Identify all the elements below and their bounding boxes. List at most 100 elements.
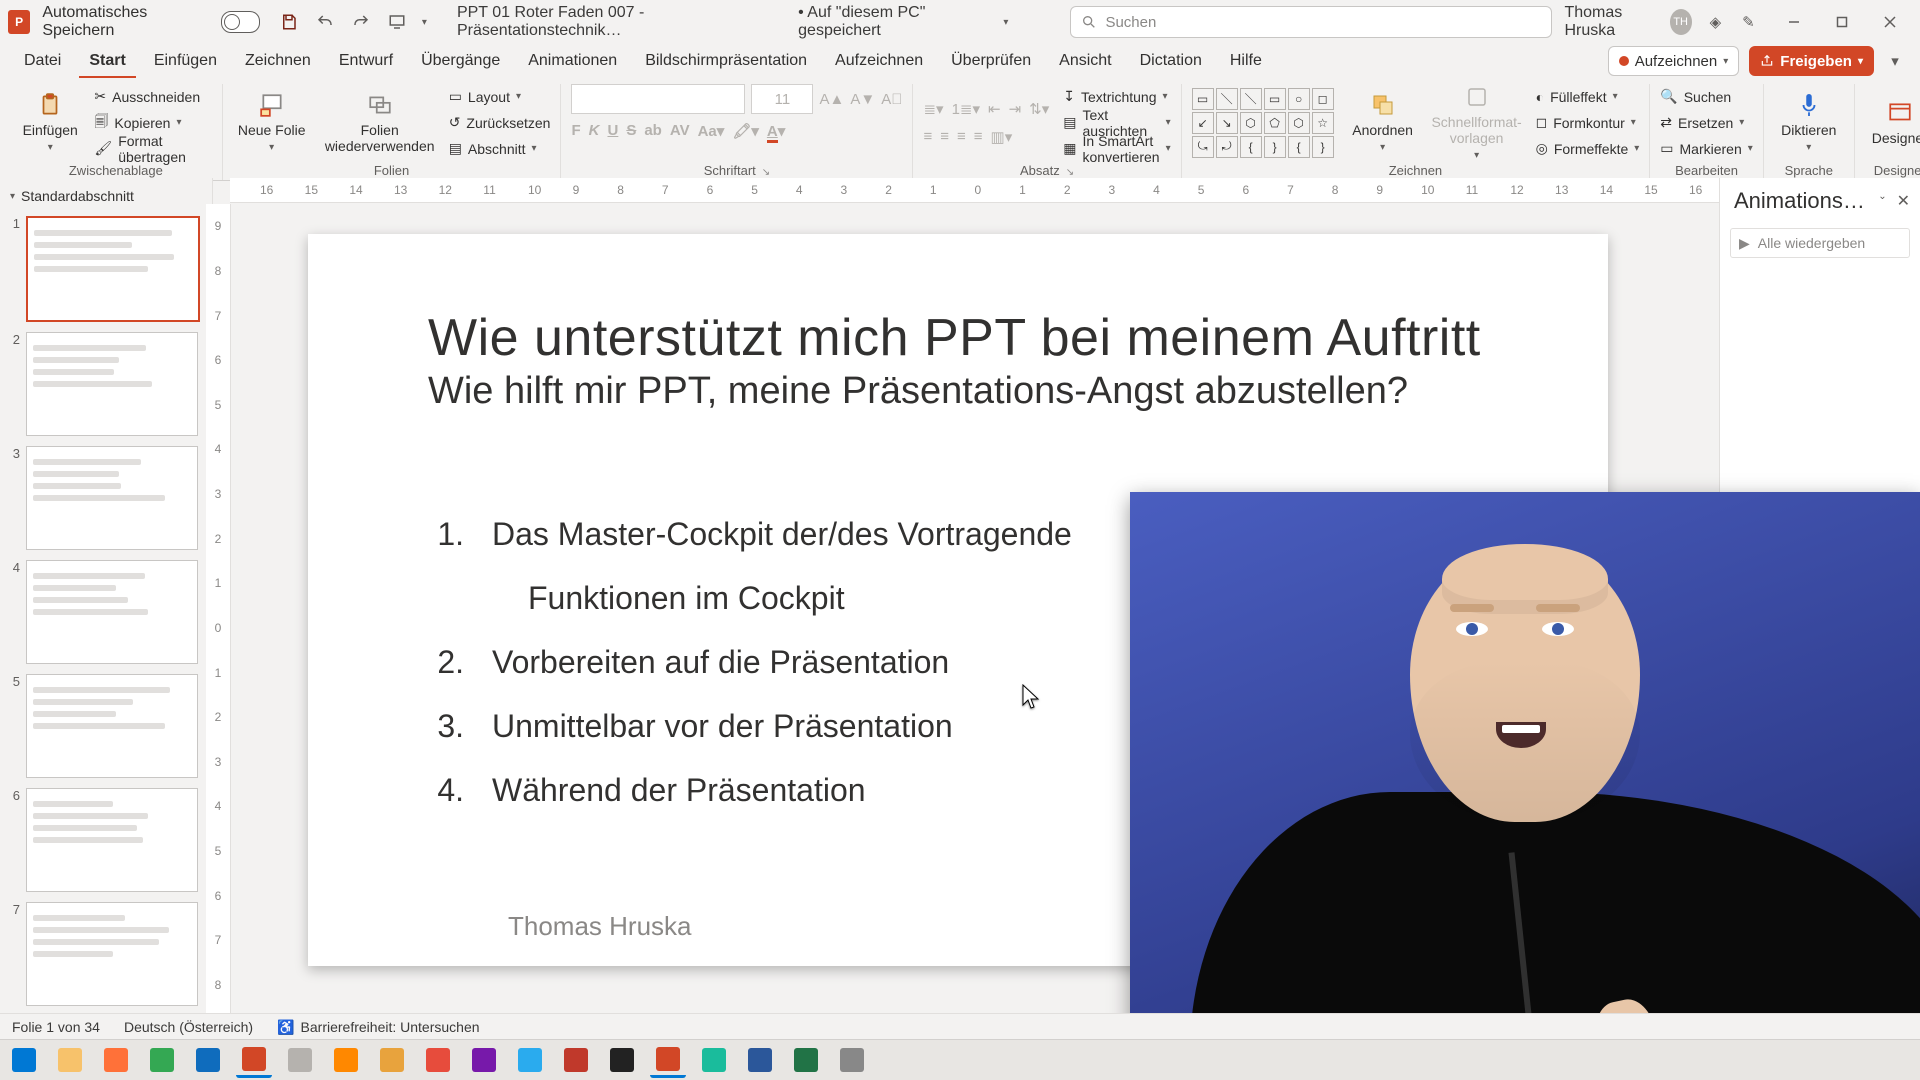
- taskbar-telegram[interactable]: [512, 1044, 548, 1076]
- char-spacing-icon[interactable]: AV: [670, 122, 690, 140]
- select-button[interactable]: ▭ Markieren▾: [1660, 138, 1753, 160]
- align-text-button[interactable]: ▤ Text ausrichten▾: [1063, 112, 1170, 134]
- align-left-icon[interactable]: ≡: [923, 128, 932, 146]
- designer-button[interactable]: Designer: [1865, 100, 1920, 146]
- play-all-button[interactable]: ▶ Alle wiedergeben: [1730, 228, 1910, 258]
- tab-ansicht[interactable]: Ansicht: [1049, 44, 1121, 78]
- italic-icon[interactable]: K: [589, 122, 600, 140]
- user-account[interactable]: Thomas Hruska TH: [1564, 4, 1691, 40]
- strike-icon[interactable]: S: [626, 122, 636, 140]
- slide-thumbnail-panel[interactable]: ▾ Standardabschnitt 12345678: [0, 178, 213, 1052]
- close-button[interactable]: [1868, 7, 1912, 37]
- taskbar-windows[interactable]: [6, 1044, 42, 1076]
- slide-list-subitem[interactable]: Funktionen im Cockpit: [528, 566, 1072, 630]
- bullets-icon[interactable]: ≣▾: [923, 100, 943, 118]
- columns-icon[interactable]: ▥▾: [991, 128, 1013, 146]
- line-spacing-icon[interactable]: ⇅▾: [1029, 100, 1049, 118]
- align-right-icon[interactable]: ≡: [957, 128, 966, 146]
- shadow-icon[interactable]: ab: [644, 122, 662, 140]
- save-icon[interactable]: [278, 11, 300, 33]
- title-dropdown-icon[interactable]: ▾: [1003, 17, 1008, 28]
- find-button[interactable]: 🔍 Suchen: [1660, 86, 1753, 108]
- reuse-slides-button[interactable]: Folien wiederverwenden: [325, 92, 435, 154]
- taskbar-firefox[interactable]: [98, 1044, 134, 1076]
- taskbar-vlc[interactable]: [328, 1044, 364, 1076]
- layout-button[interactable]: ▭ Layout▾: [449, 86, 551, 108]
- diamond-icon[interactable]: ◈: [1706, 11, 1725, 33]
- document-title[interactable]: PPT 01 Roter Faden 007 - Präsentationste…: [457, 4, 1009, 40]
- share-button[interactable]: Freigeben ▾: [1749, 46, 1874, 76]
- slide-thumbnail[interactable]: 1: [6, 216, 206, 322]
- slide-thumbnail[interactable]: 5: [6, 674, 206, 778]
- ruler-horizontal[interactable]: 1615141312111098765432101234567891011121…: [230, 178, 1720, 203]
- paragraph-dialog-launcher[interactable]: ↘: [1066, 167, 1074, 178]
- slide-thumbnail[interactable]: 3: [6, 446, 206, 550]
- section-button[interactable]: ▤ Abschnitt▾: [449, 138, 551, 160]
- font-size-select[interactable]: 11: [751, 84, 813, 114]
- taskbar-app2[interactable]: [420, 1044, 456, 1076]
- increase-indent-icon[interactable]: ⇥: [1009, 100, 1022, 118]
- taskbar-slack[interactable]: [282, 1044, 318, 1076]
- present-from-start-icon[interactable]: [386, 11, 408, 33]
- decrease-indent-icon[interactable]: ⇤: [988, 100, 1001, 118]
- section-collapse-icon[interactable]: ▾: [10, 191, 15, 202]
- quick-styles-button[interactable]: Schnellformat-vorlagen▾: [1432, 84, 1522, 161]
- ruler-vertical[interactable]: 9876543210123456789: [206, 204, 231, 1052]
- taskbar-app5[interactable]: [834, 1044, 870, 1076]
- taskbar-files[interactable]: [52, 1044, 88, 1076]
- change-case-icon[interactable]: Aa▾: [698, 122, 725, 140]
- taskbar-powerpoint[interactable]: [236, 1043, 272, 1078]
- arrange-button[interactable]: Anordnen▾: [1348, 92, 1418, 153]
- shape-outline-button[interactable]: ◻ Formkontur▾: [1536, 112, 1640, 134]
- pane-close-icon[interactable]: ✕: [1897, 191, 1910, 211]
- taskbar-excel[interactable]: [788, 1044, 824, 1076]
- new-slide-button[interactable]: Neue Folie▾: [233, 92, 311, 153]
- slide-title[interactable]: Wie unterstützt mich PPT bei meinem Auft…: [428, 308, 1481, 368]
- shape-fill-button[interactable]: ◐ Fülleffekt▾: [1536, 86, 1640, 108]
- align-center-icon[interactable]: ≡: [940, 128, 949, 146]
- shape-gallery[interactable]: ▭＼＼▭○◻ ↙↘⬡⬠⬡☆ ⤿⤾{}{}: [1192, 88, 1334, 158]
- tab-dictation[interactable]: Dictation: [1130, 44, 1212, 78]
- replace-button[interactable]: ⇄ Ersetzen▾: [1660, 112, 1753, 134]
- tab-entwurf[interactable]: Entwurf: [329, 44, 403, 78]
- language-indicator[interactable]: Deutsch (Österreich): [124, 1019, 253, 1035]
- font-family-select[interactable]: [571, 84, 745, 114]
- slide-body-list[interactable]: 1.Das Master-Cockpit der/des Vortragende…: [428, 502, 1072, 822]
- slide-thumbnail[interactable]: 6: [6, 788, 206, 892]
- smartart-button[interactable]: ▦ In SmartArt konvertieren▾: [1063, 138, 1170, 160]
- tab-bildschirmpräsentation[interactable]: Bildschirmpräsentation: [635, 44, 817, 78]
- tab-aufzeichnen[interactable]: Aufzeichnen: [825, 44, 933, 78]
- copy-button[interactable]: 🗐 Kopieren▾: [94, 112, 211, 134]
- format-painter-button[interactable]: 🖌 Format übertragen: [94, 138, 211, 160]
- taskbar-app3[interactable]: [558, 1044, 594, 1076]
- slide-thumbnail[interactable]: 4: [6, 560, 206, 664]
- taskbar-rec[interactable]: [650, 1043, 686, 1078]
- slide-list-item[interactable]: 3.Unmittelbar vor der Präsentation: [428, 694, 1072, 758]
- tab-übergänge[interactable]: Übergänge: [411, 44, 510, 78]
- slide-subtitle[interactable]: Wie hilft mir PPT, meine Präsentations-A…: [428, 370, 1408, 413]
- maximize-button[interactable]: [1820, 7, 1864, 37]
- numbering-icon[interactable]: 1≣▾: [952, 100, 980, 118]
- undo-icon[interactable]: [314, 11, 336, 33]
- slide-thumbnail[interactable]: 7: [6, 902, 206, 1006]
- highlight-icon[interactable]: 🖍▾: [732, 122, 759, 140]
- paste-button[interactable]: Einfügen ▾: [20, 92, 80, 153]
- ribbon-options-icon[interactable]: ▾: [1884, 50, 1906, 72]
- taskbar-chrome[interactable]: [144, 1044, 180, 1076]
- record-button[interactable]: Aufzeichnen ▾: [1608, 46, 1740, 76]
- slide-counter[interactable]: Folie 1 von 34: [12, 1019, 100, 1035]
- slide-list-item[interactable]: 4.Während der Präsentation: [428, 758, 1072, 822]
- tab-zeichnen[interactable]: Zeichnen: [235, 44, 321, 78]
- tab-datei[interactable]: Datei: [14, 44, 71, 78]
- tab-überprüfen[interactable]: Überprüfen: [941, 44, 1041, 78]
- minimize-button[interactable]: [1772, 7, 1816, 37]
- tab-animationen[interactable]: Animationen: [518, 44, 627, 78]
- font-dialog-launcher[interactable]: ↘: [762, 167, 770, 178]
- reset-button[interactable]: ↺ Zurücksetzen: [449, 112, 551, 134]
- bold-icon[interactable]: F: [571, 122, 580, 140]
- pane-options-icon[interactable]: ⌄: [1878, 191, 1886, 211]
- slide-list-item[interactable]: 1.Das Master-Cockpit der/des Vortragende: [428, 502, 1072, 566]
- decrease-font-icon[interactable]: A▼: [850, 91, 875, 108]
- dictate-button[interactable]: Diktieren▾: [1774, 92, 1844, 153]
- taskbar-app4[interactable]: [696, 1044, 732, 1076]
